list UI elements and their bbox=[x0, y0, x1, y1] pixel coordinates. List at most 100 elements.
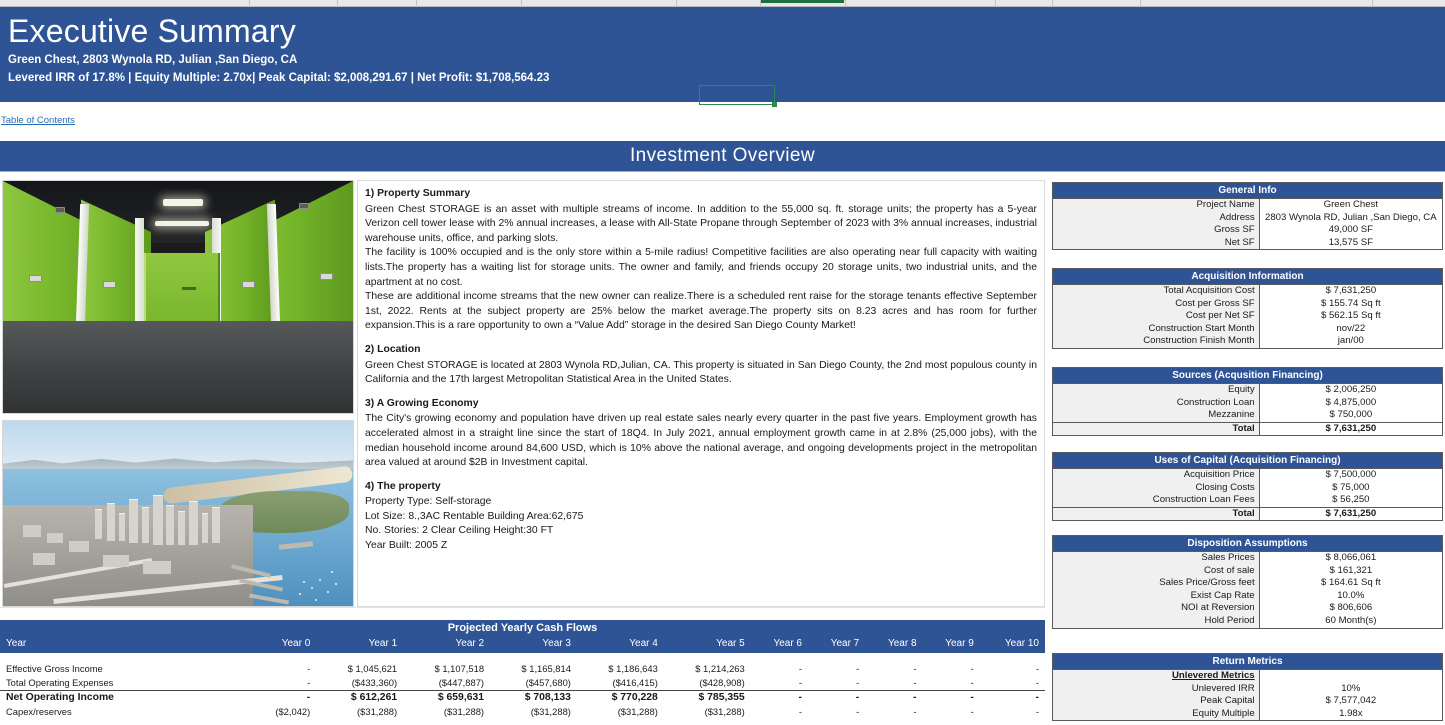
growing-economy-paragraph: The City's growing economy and populatio… bbox=[365, 413, 1037, 469]
general-info-table: General Info Project Name Green Chest Ad… bbox=[1052, 182, 1443, 251]
row-value: ($433,360) bbox=[316, 676, 404, 691]
table-row: Capex/reserves ($2,042) ($31,288) ($31,2… bbox=[0, 705, 1045, 719]
column-divider bbox=[249, 0, 250, 7]
row-value: ($31,288) bbox=[704, 706, 745, 717]
row-label: Total Operating Expenses bbox=[0, 676, 250, 691]
table-row: Cost per Gross SF $ 155.74 Sq ft bbox=[1053, 297, 1442, 311]
property-summary-paragraph-3: These are additional income streams that… bbox=[365, 291, 1037, 332]
disposition-assumptions-title: Disposition Assumptions bbox=[1053, 536, 1442, 552]
table-row: Peak Capital $ 7,577,042 bbox=[1053, 695, 1442, 708]
table-row: Effective Gross Income - $ 1,045,621 $ 1… bbox=[0, 662, 1045, 676]
row-value: $ 56,250 bbox=[1259, 494, 1442, 508]
uses-of-capital-table: Uses of Capital (Acquisition Financing) … bbox=[1052, 452, 1443, 522]
row-value: - bbox=[807, 676, 866, 691]
row-label: Equity Multiple bbox=[1053, 707, 1260, 721]
total-value: $ 7,631,250 bbox=[1259, 506, 1442, 521]
column-header: Year 1 bbox=[316, 636, 404, 653]
table-row: Acquisition Price $ 7,500,000 bbox=[1053, 469, 1442, 482]
disposition-assumptions-table: Disposition Assumptions Sales Prices $ 8… bbox=[1052, 535, 1443, 629]
column-header: Year 10 bbox=[979, 636, 1045, 653]
row-value: $ 161,321 bbox=[1259, 564, 1442, 578]
row-label: Sales Price/Gross feet bbox=[1053, 577, 1260, 590]
row-value: $ 1,214,263 bbox=[695, 663, 745, 674]
general-info-title: General Info bbox=[1053, 183, 1442, 199]
row-value: - bbox=[979, 676, 1045, 691]
column-divider bbox=[1372, 0, 1373, 7]
row-value: 60 Month(s) bbox=[1259, 614, 1442, 628]
row-value: - bbox=[970, 692, 974, 703]
row-label: Construction Start Month bbox=[1053, 322, 1260, 336]
investment-overview-title: Investment Overview bbox=[630, 145, 815, 166]
column-header: Year 6 bbox=[750, 636, 808, 653]
table-row: Total Acquisition Cost $ 7,631,250 bbox=[1053, 285, 1442, 298]
row-value: $ 770,228 bbox=[611, 692, 658, 703]
table-row: Unlevered IRR 10% bbox=[1053, 682, 1442, 696]
row-label: Hold Period bbox=[1053, 614, 1260, 628]
row-label: Project Name bbox=[1053, 199, 1260, 212]
table-total-row: Total $ 7,631,250 bbox=[1053, 421, 1442, 436]
column-divider bbox=[676, 0, 677, 7]
property-summary-panel: 1) Property Summary Green Chest STORAGE … bbox=[357, 180, 1045, 607]
row-value: - bbox=[855, 692, 860, 703]
column-header: Year 3 bbox=[490, 636, 577, 653]
table-row: Sales Prices $ 8,066,061 bbox=[1053, 552, 1442, 565]
row-value: - bbox=[865, 676, 923, 691]
row-value: ($447,887) bbox=[403, 676, 491, 691]
row-value: ($31,288) bbox=[443, 706, 485, 717]
storage-facility-photo bbox=[2, 180, 354, 414]
return-metrics-title: Return Metrics bbox=[1053, 654, 1442, 670]
spacer-cell bbox=[0, 653, 1045, 662]
lot-size-line: Lot Size: 8.,3AC Rentable Building Area:… bbox=[365, 510, 584, 522]
row-value: - bbox=[750, 676, 808, 691]
row-value: $ 708,133 bbox=[524, 692, 571, 703]
spreadsheet-column-header-strip[interactable] bbox=[0, 0, 1445, 7]
row-label: Effective Gross Income bbox=[6, 663, 103, 674]
table-subheading-row: Unlevered Metrics bbox=[1053, 670, 1442, 683]
table-row: NOI at Reversion $ 806,606 bbox=[1053, 602, 1442, 615]
property-summary-heading: 1) Property Summary bbox=[365, 188, 471, 199]
table-row: Net SF 13,575 SF bbox=[1053, 236, 1442, 250]
row-label: Acquisition Price bbox=[1053, 469, 1260, 482]
column-header: Year 8 bbox=[865, 636, 923, 653]
growing-economy-heading: 3) A Growing Economy bbox=[365, 397, 479, 409]
row-value: - bbox=[1035, 706, 1039, 717]
page-title: Executive Summary bbox=[8, 13, 296, 49]
row-label: Total Acquisition Cost bbox=[1053, 285, 1260, 298]
column-header: Year 5 bbox=[663, 636, 751, 653]
row-value: - bbox=[913, 663, 917, 674]
row-value: - bbox=[913, 692, 917, 703]
table-spacer-row bbox=[0, 653, 1045, 662]
row-value: $ 75,000 bbox=[1259, 481, 1442, 495]
row-value: ($2,042) bbox=[275, 706, 311, 717]
row-value: ($31,288) bbox=[617, 706, 658, 717]
row-value: - bbox=[1035, 663, 1039, 674]
row-label: Capex/reserves bbox=[6, 706, 72, 717]
row-value: $ 1,107,518 bbox=[434, 663, 485, 674]
row-value: 2803 Wynola RD, Julian ,San Diego, CA bbox=[1259, 211, 1442, 225]
row-value: 10% bbox=[1259, 682, 1442, 696]
row-value-empty bbox=[1259, 670, 1442, 683]
table-of-contents-link[interactable]: Table of Contents bbox=[1, 115, 75, 126]
column-header: Year 7 bbox=[807, 636, 866, 653]
table-row: Construction Start Month nov/22 bbox=[1053, 322, 1442, 336]
total-value: $ 7,631,250 bbox=[1259, 421, 1442, 436]
column-header: Year 4 bbox=[576, 636, 664, 653]
projected-cash-flows-table: Year Year 0 Year 1 Year 2 Year 3 Year 4 … bbox=[0, 636, 1045, 719]
row-value: - bbox=[798, 706, 802, 717]
table-row: Construction Loan Fees $ 56,250 bbox=[1053, 494, 1442, 508]
active-cell-selection-box[interactable] bbox=[699, 85, 777, 107]
row-value: $ 1,165,814 bbox=[521, 663, 571, 674]
row-value: - bbox=[307, 663, 311, 674]
row-value: 49,000 SF bbox=[1259, 224, 1442, 237]
table-row: Construction Finish Month jan/00 bbox=[1053, 335, 1442, 348]
sheet-divider bbox=[0, 607, 1045, 608]
property-address-line: Green Chest, 2803 Wynola RD, Julian ,San… bbox=[8, 54, 298, 66]
row-value: - bbox=[306, 692, 311, 703]
san-diego-aerial-photo bbox=[2, 420, 354, 607]
row-label: Closing Costs bbox=[1053, 481, 1260, 495]
row-value: $ 2,006,250 bbox=[1259, 384, 1442, 397]
acquisition-information-title: Acquisition Information bbox=[1053, 269, 1442, 285]
executive-summary-banner: Executive Summary Green Chest, 2803 Wyno… bbox=[0, 7, 1445, 107]
table-row: Total Operating Expenses - ($433,360) ($… bbox=[0, 676, 1045, 691]
row-value: $ 1,045,621 bbox=[347, 663, 398, 674]
